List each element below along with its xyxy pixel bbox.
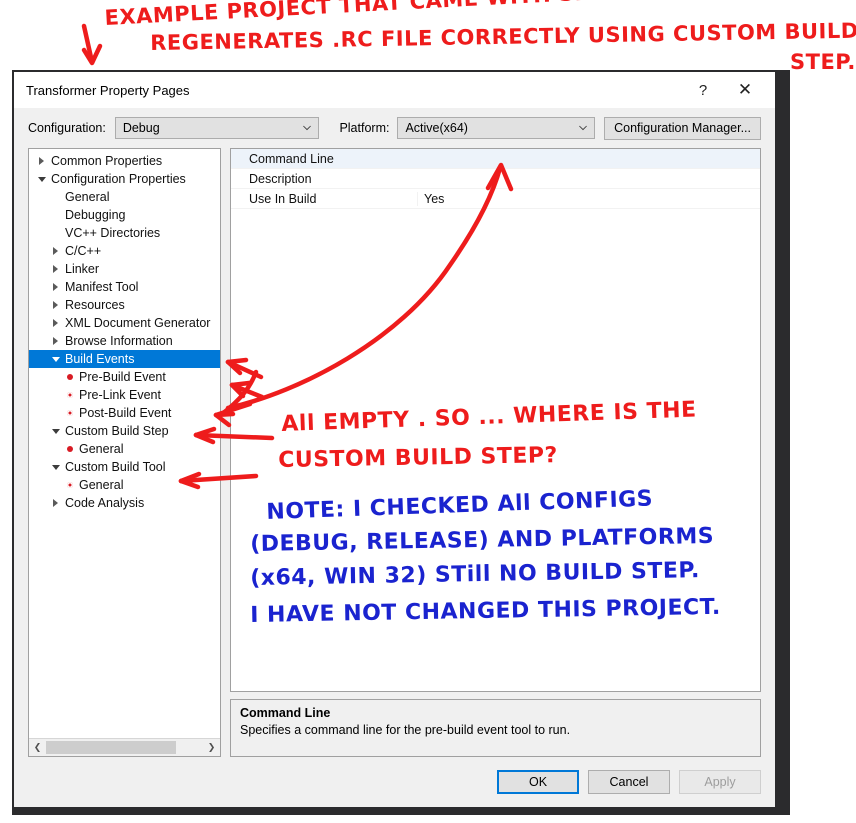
tree-item-label: Pre-Build Event (79, 370, 166, 384)
chevron-down-icon (303, 125, 312, 131)
tree-item-label: Common Properties (51, 154, 163, 168)
chevron-right-icon[interactable] (49, 247, 62, 255)
configuration-manager-button[interactable]: Configuration Manager... (604, 116, 761, 140)
bullet-icon (63, 374, 76, 380)
chevron-right-icon[interactable] (49, 319, 62, 327)
configuration-dropdown[interactable]: Debug (114, 117, 320, 139)
property-name: Use In Build (249, 191, 317, 206)
tree-item[interactable]: Build Events (29, 350, 220, 368)
tree-item[interactable]: Configuration Properties (29, 170, 220, 188)
pointer-arrow-top-left (81, 23, 95, 65)
tree-item-label: Build Events (65, 352, 135, 366)
chevron-right-icon[interactable] (49, 301, 62, 309)
tree-item[interactable]: Custom Build Tool (29, 458, 220, 476)
tree-item[interactable]: General (29, 476, 220, 494)
chevron-down-icon[interactable] (49, 428, 62, 434)
scrollbar-thumb[interactable] (46, 741, 176, 754)
tree-item[interactable]: General (29, 440, 220, 458)
tree-item-label: General (79, 442, 124, 456)
tree-item-label: Code Analysis (65, 496, 145, 510)
chevron-right-icon[interactable] (35, 157, 48, 165)
scroll-right-icon[interactable]: ❯ (203, 739, 220, 756)
tree-item[interactable]: Resources (29, 296, 220, 314)
scroll-left-icon[interactable]: ❮ (29, 739, 46, 756)
tree-item[interactable]: Pre-Build Event (29, 368, 220, 386)
chevron-down-icon[interactable] (49, 464, 62, 470)
apply-button: Apply (679, 770, 761, 794)
bullet-ring-icon (63, 410, 76, 416)
tree-item-label: VC++ Directories (65, 226, 161, 240)
tree-item[interactable]: Code Analysis (29, 494, 220, 512)
tree-item[interactable]: Manifest Tool (29, 278, 220, 296)
configuration-value: Debug (122, 121, 160, 135)
bullet-ring-icon (63, 482, 76, 488)
tree-item[interactable]: Browse Information (29, 332, 220, 350)
tree-item-label: Custom Build Tool (65, 460, 166, 474)
bullet-ring-icon (63, 392, 76, 398)
tree-item[interactable]: Common Properties (29, 152, 220, 170)
tree-item[interactable]: Custom Build Step (29, 422, 220, 440)
property-name: Description (249, 171, 312, 186)
platform-value: Active(x64) (405, 121, 468, 135)
tree-item-label: General (65, 190, 110, 204)
dialog-footer: OK Cancel Apply (14, 757, 775, 807)
handwritten-note: STEP. (790, 50, 856, 74)
chevron-down-icon (579, 125, 588, 131)
tree-item-label: Post-Build Event (79, 406, 172, 420)
tree-item-label: XML Document Generator (65, 316, 211, 330)
tree-item-label: Custom Build Step (65, 424, 169, 438)
tree-item[interactable]: Pre-Link Event (29, 386, 220, 404)
tree-item[interactable]: XML Document Generator (29, 314, 220, 332)
property-value[interactable]: Yes (417, 191, 760, 206)
property-row[interactable]: Use In Build Yes (231, 189, 760, 209)
chevron-down-icon[interactable] (49, 356, 62, 362)
ok-button[interactable]: OK (497, 770, 579, 794)
tree-item-label: Pre-Link Event (79, 388, 161, 402)
property-row[interactable]: Command Line (231, 149, 760, 169)
tree-item-label: Configuration Properties (51, 172, 186, 186)
platform-label: Platform: (339, 121, 390, 135)
properties-tree[interactable]: Common Properties Configuration Propertie… (29, 149, 220, 738)
chevron-right-icon[interactable] (49, 283, 62, 291)
tree-item[interactable]: Debugging (29, 206, 220, 224)
property-row[interactable]: Description (231, 169, 760, 189)
tree-item[interactable]: VC++ Directories (29, 224, 220, 242)
configuration-label: Configuration: (28, 121, 106, 135)
tree-item-label: Browse Information (65, 334, 173, 348)
tree-item[interactable]: Post-Build Event (29, 404, 220, 422)
tree-item-label: General (79, 478, 124, 492)
description-text: Specifies a command line for the pre-bui… (240, 723, 571, 737)
cancel-button[interactable]: Cancel (588, 770, 670, 794)
chevron-right-icon[interactable] (49, 499, 62, 507)
handwritten-note: CUSTOM BUILD STEP? (278, 443, 559, 473)
tree-item[interactable]: Linker (29, 260, 220, 278)
description-panel: Command Line Specifies a command line fo… (230, 699, 761, 757)
close-icon[interactable]: ✕ (727, 72, 763, 108)
configuration-toolbar: Configuration: Debug Platform: Active(x6… (14, 108, 775, 148)
tree-item-label: Resources (65, 298, 125, 312)
property-pages-dialog: Transformer Property Pages ? ✕ Configura… (14, 72, 775, 807)
chevron-right-icon[interactable] (49, 265, 62, 273)
chevron-right-icon[interactable] (49, 337, 62, 345)
tree-item[interactable]: General (29, 188, 220, 206)
chevron-down-icon[interactable] (35, 176, 48, 182)
properties-tree-panel: Common Properties Configuration Propertie… (28, 148, 221, 757)
tree-item-label: C/C++ (65, 244, 102, 258)
platform-dropdown[interactable]: Active(x64) (397, 117, 596, 139)
tree-horizontal-scrollbar[interactable]: ❮ ❯ (29, 738, 220, 756)
handwritten-note: REGENERATES .RC FILE CORRECTLY USING CUS… (150, 18, 856, 55)
bullet-icon (63, 446, 76, 452)
tree-item[interactable]: C/C++ (29, 242, 220, 260)
help-icon[interactable]: ? (685, 72, 721, 108)
description-title: Command Line (240, 706, 331, 720)
property-name: Command Line (249, 151, 334, 166)
tree-item-label: Debugging (65, 208, 126, 222)
dialog-title-bar: Transformer Property Pages ? ✕ (14, 72, 775, 108)
tree-item-label: Manifest Tool (65, 280, 139, 294)
dialog-title: Transformer Property Pages (26, 82, 190, 98)
tree-item-label: Linker (65, 262, 100, 276)
